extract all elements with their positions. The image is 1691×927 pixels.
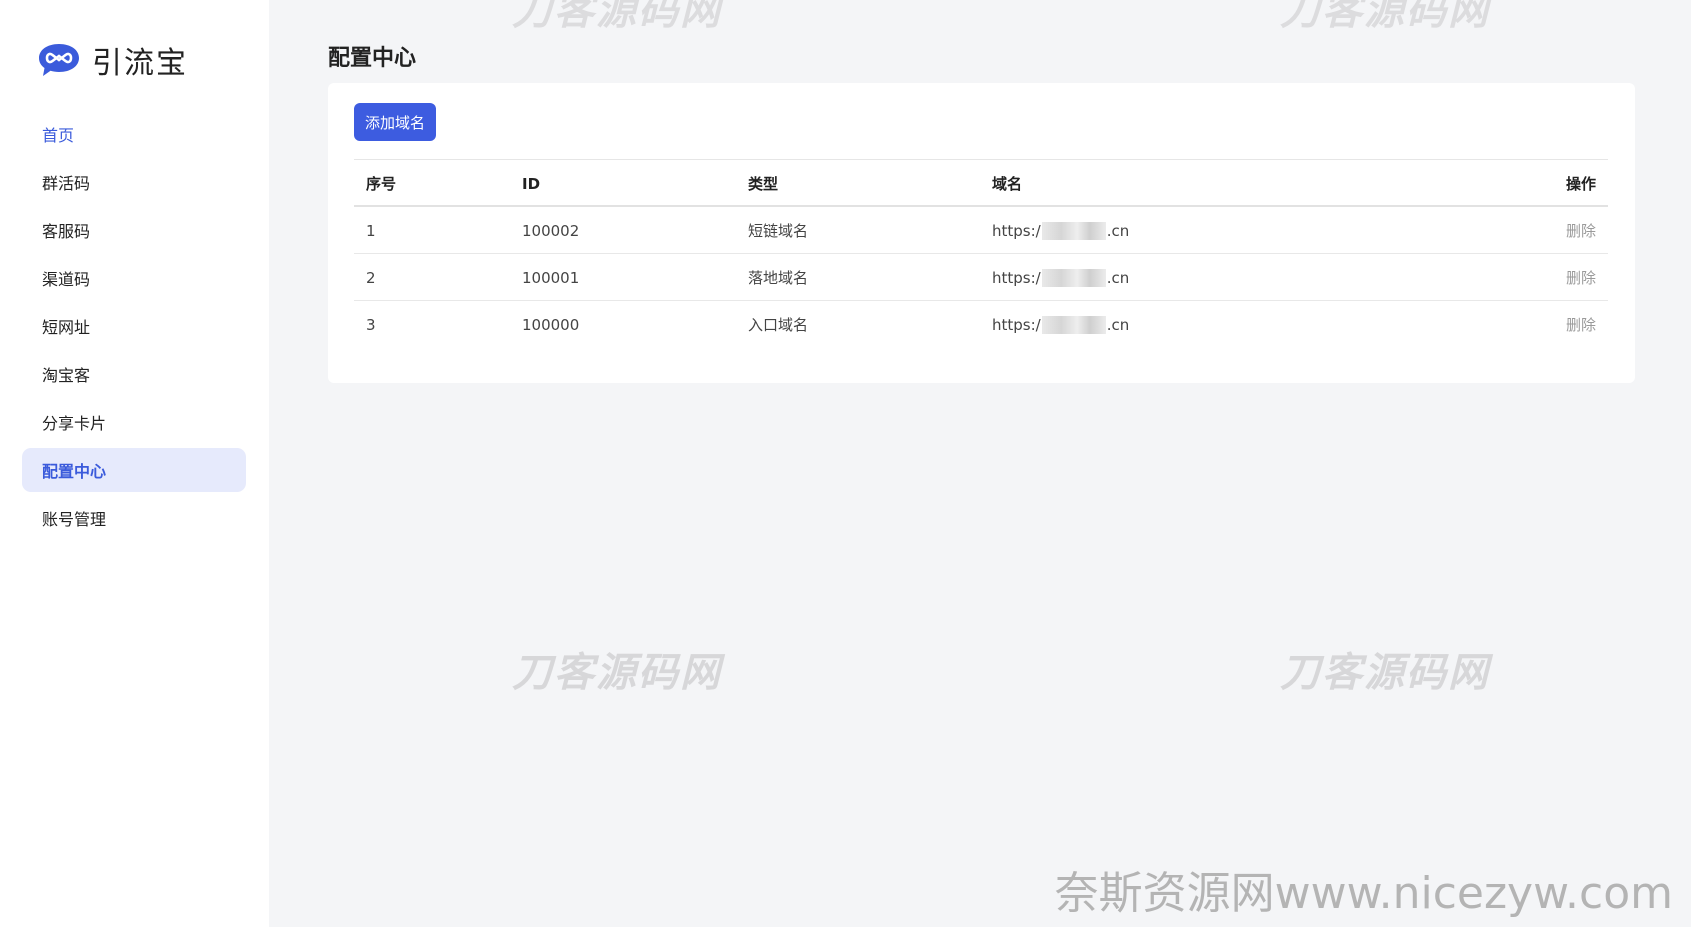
sidebar-item-share-card[interactable]: 分享卡片: [22, 400, 246, 444]
page-title: 配置中心: [328, 46, 417, 71]
column-header-actions-label: 操作: [1565, 175, 1596, 193]
sidebar-item-service-qrcode[interactable]: 客服码: [22, 208, 246, 252]
domain-prefix: https:/: [992, 315, 1041, 334]
delete-button[interactable]: 删除: [1566, 267, 1596, 288]
sidebar-item-label: 客服码: [42, 222, 91, 241]
add-domain-button[interactable]: 添加域名: [354, 103, 436, 141]
brand-name: 引流宝: [92, 46, 188, 81]
sidebar: 引流宝 首页 群活码 客服码 渠道码 短网址 淘宝客 分享卡片 配置中心 账号管…: [0, 0, 269, 927]
column-header-index: 序号: [366, 175, 397, 193]
row-type: 短链域名: [748, 222, 809, 240]
sidebar-item-config-center[interactable]: 配置中心: [22, 448, 246, 492]
domain-table: 序号 ID 类型 域名 操作 1 100002 短链域名 https:/ .cn …: [354, 159, 1608, 348]
table-row: 2 100001 落地域名 https:/ .cn 删除: [354, 254, 1608, 301]
sidebar-item-label: 短网址: [42, 318, 91, 337]
sidebar-item-label: 淘宝客: [42, 366, 91, 385]
row-id: 100000: [522, 315, 580, 334]
domain-suffix: .cn: [1106, 315, 1130, 334]
domain-redacted: [1041, 315, 1106, 334]
row-index: 1: [366, 221, 376, 240]
row-domain: https:/ .cn: [992, 207, 1129, 254]
domain-prefix: https:/: [992, 268, 1041, 287]
sidebar-item-label: 账号管理: [42, 510, 107, 529]
sidebar-nav: 首页 群活码 客服码 渠道码 短网址 淘宝客 分享卡片 配置中心 账号管理: [22, 112, 246, 544]
row-domain: https:/ .cn: [992, 254, 1129, 301]
table-header-row: 序号 ID 类型 域名 操作: [354, 160, 1608, 207]
domain-redacted: [1041, 268, 1106, 287]
domain-redacted: [1041, 221, 1106, 240]
column-header-type: 类型: [748, 175, 779, 193]
chat-bubble-infinity-icon: [39, 44, 79, 76]
domain-prefix: https:/: [992, 221, 1041, 240]
domain-card: 添加域名 序号 ID 类型 域名 操作 1 100002 短链域名 https:…: [328, 83, 1635, 383]
sidebar-item-channel-qrcode[interactable]: 渠道码: [22, 256, 246, 300]
watermark-middle-left: 刀客源码网: [512, 650, 722, 696]
row-id: 100002: [522, 221, 580, 240]
delete-button[interactable]: 删除: [1566, 220, 1596, 241]
row-actions: 删除: [1566, 301, 1596, 348]
row-actions: 删除: [1566, 254, 1596, 301]
row-index: 2: [366, 268, 376, 287]
watermark-top-right: 刀客源码网: [1280, 0, 1490, 34]
sidebar-item-label: 配置中心: [42, 462, 107, 481]
sidebar-item-home[interactable]: 首页: [22, 112, 246, 156]
row-index: 3: [366, 315, 376, 334]
watermark-middle-right: 刀客源码网: [1280, 650, 1490, 696]
brand[interactable]: 引流宝: [38, 38, 188, 82]
sidebar-item-label: 群活码: [42, 174, 91, 193]
delete-button[interactable]: 删除: [1566, 314, 1596, 335]
sidebar-item-label: 渠道码: [42, 270, 91, 289]
sidebar-item-label: 首页: [42, 126, 75, 145]
sidebar-item-group-qrcode[interactable]: 群活码: [22, 160, 246, 204]
row-domain: https:/ .cn: [992, 301, 1129, 348]
app-root: 引流宝 首页 群活码 客服码 渠道码 短网址 淘宝客 分享卡片 配置中心 账号管…: [0, 0, 1691, 927]
row-id: 100001: [522, 268, 580, 287]
sidebar-item-label: 分享卡片: [42, 414, 107, 433]
domain-suffix: .cn: [1106, 268, 1130, 287]
domain-suffix: .cn: [1106, 221, 1130, 240]
row-actions: 删除: [1566, 207, 1596, 254]
row-type: 落地域名: [748, 269, 809, 287]
table-row: 3 100000 入口域名 https:/ .cn 删除: [354, 301, 1608, 348]
site-watermark: 奈斯资源网www.nicezyw.com: [1054, 868, 1673, 919]
column-header-id: ID: [522, 174, 541, 193]
sidebar-item-short-url[interactable]: 短网址: [22, 304, 246, 348]
sidebar-item-account[interactable]: 账号管理: [22, 496, 246, 540]
sidebar-item-taobaoke[interactable]: 淘宝客: [22, 352, 246, 396]
row-type: 入口域名: [748, 316, 809, 334]
column-header-domain: 域名: [992, 175, 1023, 193]
column-header-actions: 操作: [1566, 160, 1596, 207]
table-row: 1 100002 短链域名 https:/ .cn 删除: [354, 207, 1608, 254]
watermark-top-left: 刀客源码网: [512, 0, 722, 34]
